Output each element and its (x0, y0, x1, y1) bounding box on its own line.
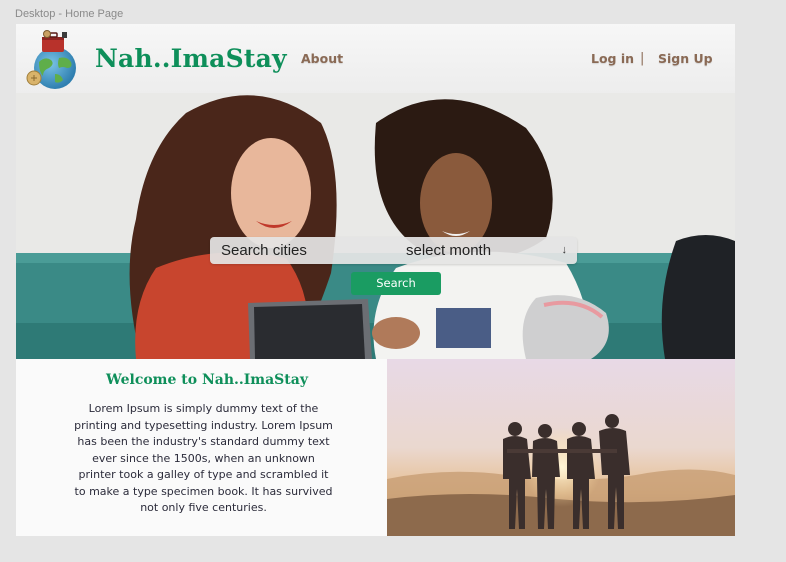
search-bar: select month ↓ (210, 237, 577, 264)
site-header: Nah..ImaStay About Log in | Sign Up (16, 24, 735, 93)
hero-banner: select month ↓ Search (16, 93, 735, 359)
welcome-section: Welcome to Nah..ImaStay Lorem Ipsum is s… (16, 359, 387, 536)
globe-luggage-logo-icon[interactable] (25, 28, 85, 90)
hero-photo (16, 93, 735, 359)
frame-label: Desktop - Home Page (15, 8, 124, 20)
brand-name[interactable]: Nah..ImaStay (95, 44, 287, 73)
friends-sunset-photo (387, 359, 735, 536)
welcome-body-text: Lorem Ipsum is simply dummy text of the … (74, 402, 333, 514)
city-search-input[interactable] (210, 237, 396, 264)
month-select-label: select month (406, 242, 492, 259)
nav-signup-link[interactable]: Sign Up (658, 51, 713, 66)
month-select[interactable]: select month ↓ (396, 237, 577, 264)
home-page: Nah..ImaStay About Log in | Sign Up Sear… (16, 24, 735, 536)
welcome-title: Welcome to Nah..ImaStay (106, 372, 308, 388)
arrow-down-icon: ↓ (561, 244, 568, 256)
nav-about-link[interactable]: About (301, 51, 343, 66)
search-button[interactable]: Search (351, 272, 441, 295)
nav-login-link[interactable]: Log in (591, 51, 634, 66)
nav-separator: | (640, 51, 645, 66)
